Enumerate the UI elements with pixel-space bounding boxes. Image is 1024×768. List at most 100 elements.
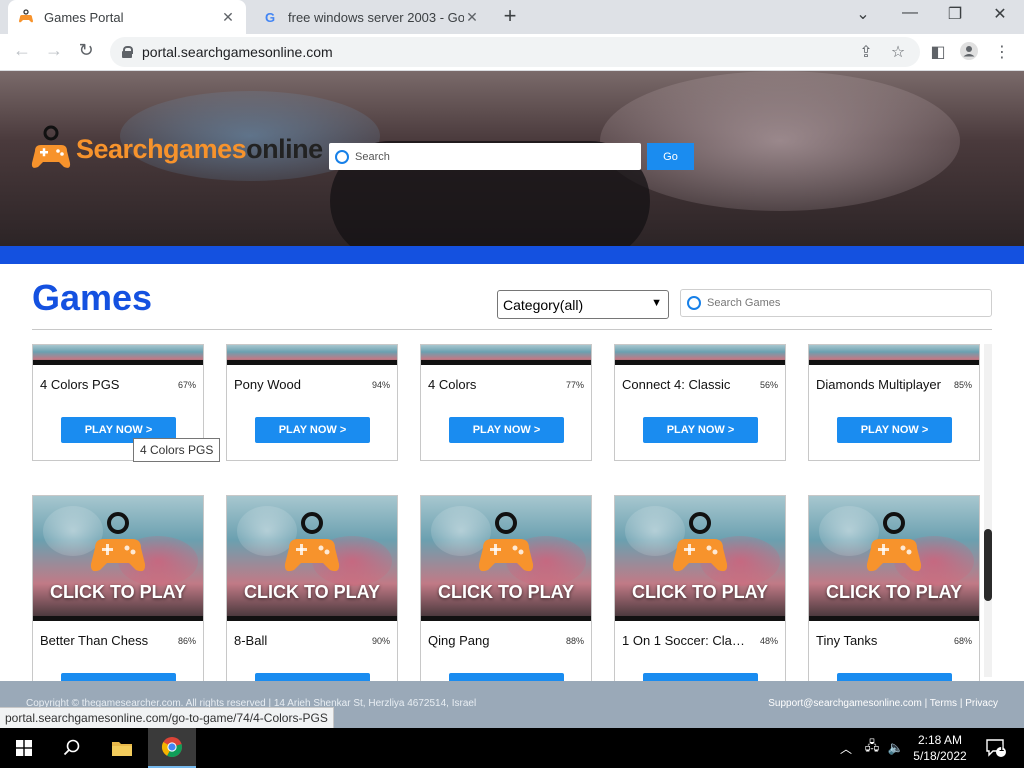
game-thumbnail[interactable]: CLICK TO PLAY [615, 496, 785, 621]
game-thumbnail[interactable] [615, 345, 785, 365]
tab-google-search[interactable]: G free windows server 2003 - Goog ✕ [252, 0, 490, 34]
game-rating: 56% [759, 380, 778, 390]
game-tooltip: 4 Colors PGS [133, 438, 221, 462]
games-scrollbar[interactable] [984, 344, 992, 677]
system-clock[interactable]: 2:18 AM 5/18/2022 [908, 732, 972, 764]
restore-icon[interactable]: ❐ [940, 4, 970, 24]
game-card[interactable]: CLICK TO PLAY Tiny Tanks 68% [808, 495, 980, 681]
games-search-input[interactable]: Search Games [680, 289, 992, 317]
privacy-link[interactable]: Privacy [965, 698, 998, 709]
game-name: Diamonds Multiplayer [816, 377, 941, 392]
game-rating: 77% [565, 380, 584, 390]
play-now-button[interactable] [449, 673, 564, 681]
game-thumbnail[interactable] [421, 345, 591, 365]
play-now-button[interactable]: PLAY NOW > [837, 417, 952, 443]
game-name: Better Than Chess [40, 633, 149, 648]
network-icon[interactable]: 🖧 [860, 728, 884, 768]
play-now-button[interactable] [255, 673, 370, 681]
game-rating: 48% [759, 636, 778, 646]
game-card[interactable]: CLICK TO PLAY Qing Pang 88% [420, 495, 592, 681]
click-to-play-label: CLICK TO PLAY [825, 582, 963, 602]
tab-search-chevron-icon[interactable]: ⌄ [848, 4, 878, 24]
scrollbar-thumb[interactable] [984, 529, 992, 601]
search-icon[interactable] [48, 728, 96, 768]
game-name: Connect 4: Classic [622, 377, 731, 392]
share-icon[interactable]: ⇪ [855, 42, 877, 62]
game-card[interactable]: Diamonds Multiplayer 85% PLAY NOW > [808, 344, 980, 461]
search-ring-icon [687, 296, 701, 310]
profile-avatar-icon[interactable] [958, 42, 980, 65]
game-thumbnail[interactable]: CLICK TO PLAY [227, 496, 397, 621]
category-selected-value: Category(all) [503, 296, 584, 313]
gamepad-overlay-icon [672, 512, 728, 572]
gamepad-overlay-icon [866, 512, 922, 572]
section-divider [32, 329, 992, 330]
new-tab-icon[interactable]: + [498, 5, 522, 29]
close-tab-icon[interactable]: ✕ [464, 9, 480, 26]
click-to-play-label: CLICK TO PLAY [49, 582, 187, 602]
click-to-play-label: CLICK TO PLAY [243, 582, 381, 602]
game-rating: 85% [953, 380, 972, 390]
header-search-placeholder: Search [355, 150, 390, 163]
gamepad-logo-icon [30, 125, 72, 173]
close-window-icon[interactable]: ✕ [985, 4, 1015, 24]
reload-icon[interactable]: ↻ [74, 40, 98, 61]
game-thumbnail[interactable]: CLICK TO PLAY [33, 496, 203, 621]
game-card[interactable]: CLICK TO PLAY 1 On 1 Soccer: Classic 48% [614, 495, 786, 681]
game-thumbnail[interactable]: CLICK TO PLAY [421, 496, 591, 621]
game-name: Tiny Tanks [816, 633, 878, 648]
games-heading: Games [32, 277, 153, 318]
click-to-play-label: CLICK TO PLAY [437, 582, 575, 602]
game-thumbnail[interactable] [33, 345, 203, 365]
game-card[interactable]: Pony Wood 94% PLAY NOW > [226, 344, 398, 461]
game-thumbnail[interactable] [227, 345, 397, 365]
bookmark-star-icon[interactable]: ☆ [887, 42, 909, 62]
game-card[interactable]: CLICK TO PLAY Better Than Chess 86% [32, 495, 204, 681]
play-now-button[interactable] [837, 673, 952, 681]
game-card[interactable]: Connect 4: Classic 56% PLAY NOW > [614, 344, 786, 461]
tab-games-portal[interactable]: Games Portal ✕ [8, 0, 246, 34]
play-now-button[interactable]: PLAY NOW > [643, 417, 758, 443]
game-rating: 88% [565, 636, 584, 646]
clock-time: 2:18 AM [917, 733, 963, 747]
support-email-link[interactable]: Support@searchgamesonline.com [768, 698, 922, 709]
header-search-input[interactable]: Search [329, 143, 641, 170]
game-thumbnail[interactable] [809, 345, 979, 365]
go-button[interactable]: Go [647, 143, 694, 170]
forward-icon[interactable]: → [42, 40, 66, 61]
back-icon[interactable]: ← [10, 40, 34, 61]
play-now-button[interactable] [643, 673, 758, 681]
page-content: Searchgamesonline Search Go Games Catego… [0, 71, 1024, 728]
game-rating: 94% [371, 380, 390, 390]
category-select[interactable]: Category(all) ▼ [497, 290, 669, 319]
play-now-button[interactable] [61, 673, 176, 681]
close-tab-icon[interactable]: ✕ [220, 9, 236, 26]
tab-title: free windows server 2003 - Goog [288, 9, 464, 25]
volume-icon[interactable]: 🔈 [884, 728, 908, 768]
show-hidden-icons-chevron-icon[interactable]: ︿ [836, 728, 856, 768]
windows-start-icon[interactable] [0, 728, 48, 768]
game-name: 1 On 1 Soccer: Classic [622, 633, 747, 648]
notification-center-icon[interactable]: 1 [976, 728, 1016, 768]
games-grid: 4 Colors PGS 67% PLAY NOW > Pony Wood 94… [0, 344, 990, 681]
play-now-button[interactable]: PLAY NOW > [255, 417, 370, 443]
game-thumbnail[interactable]: CLICK TO PLAY [809, 496, 979, 621]
minimize-icon[interactable]: — [895, 4, 925, 22]
chrome-taskbar-icon[interactable] [148, 728, 196, 768]
game-card[interactable]: CLICK TO PLAY 8-Ball 90% [226, 495, 398, 681]
game-name: 4 Colors [428, 377, 477, 392]
side-panel-icon[interactable]: ◧ [927, 42, 949, 62]
game-card[interactable]: 4 Colors 77% PLAY NOW > [420, 344, 592, 461]
brand-part-1: Searchgames [76, 133, 247, 164]
file-explorer-icon[interactable] [98, 728, 146, 768]
gamepad-overlay-icon [90, 512, 146, 572]
menu-kebab-icon[interactable]: ⋮ [991, 42, 1013, 62]
terms-link[interactable]: Terms [930, 698, 957, 709]
play-now-button[interactable]: PLAY NOW > [449, 417, 564, 443]
address-bar[interactable]: portal.searchgamesonline.com [110, 37, 920, 67]
brand-part-2: online [246, 133, 323, 164]
site-logo[interactable]: Searchgamesonline [30, 125, 323, 173]
notification-count-badge: 1 [999, 743, 1005, 753]
footer-links: Support@searchgamesonline.com | Terms | … [768, 698, 998, 709]
windows-taskbar: ︿ 🖧 🔈 2:18 AM 5/18/2022 1 [0, 728, 1024, 768]
